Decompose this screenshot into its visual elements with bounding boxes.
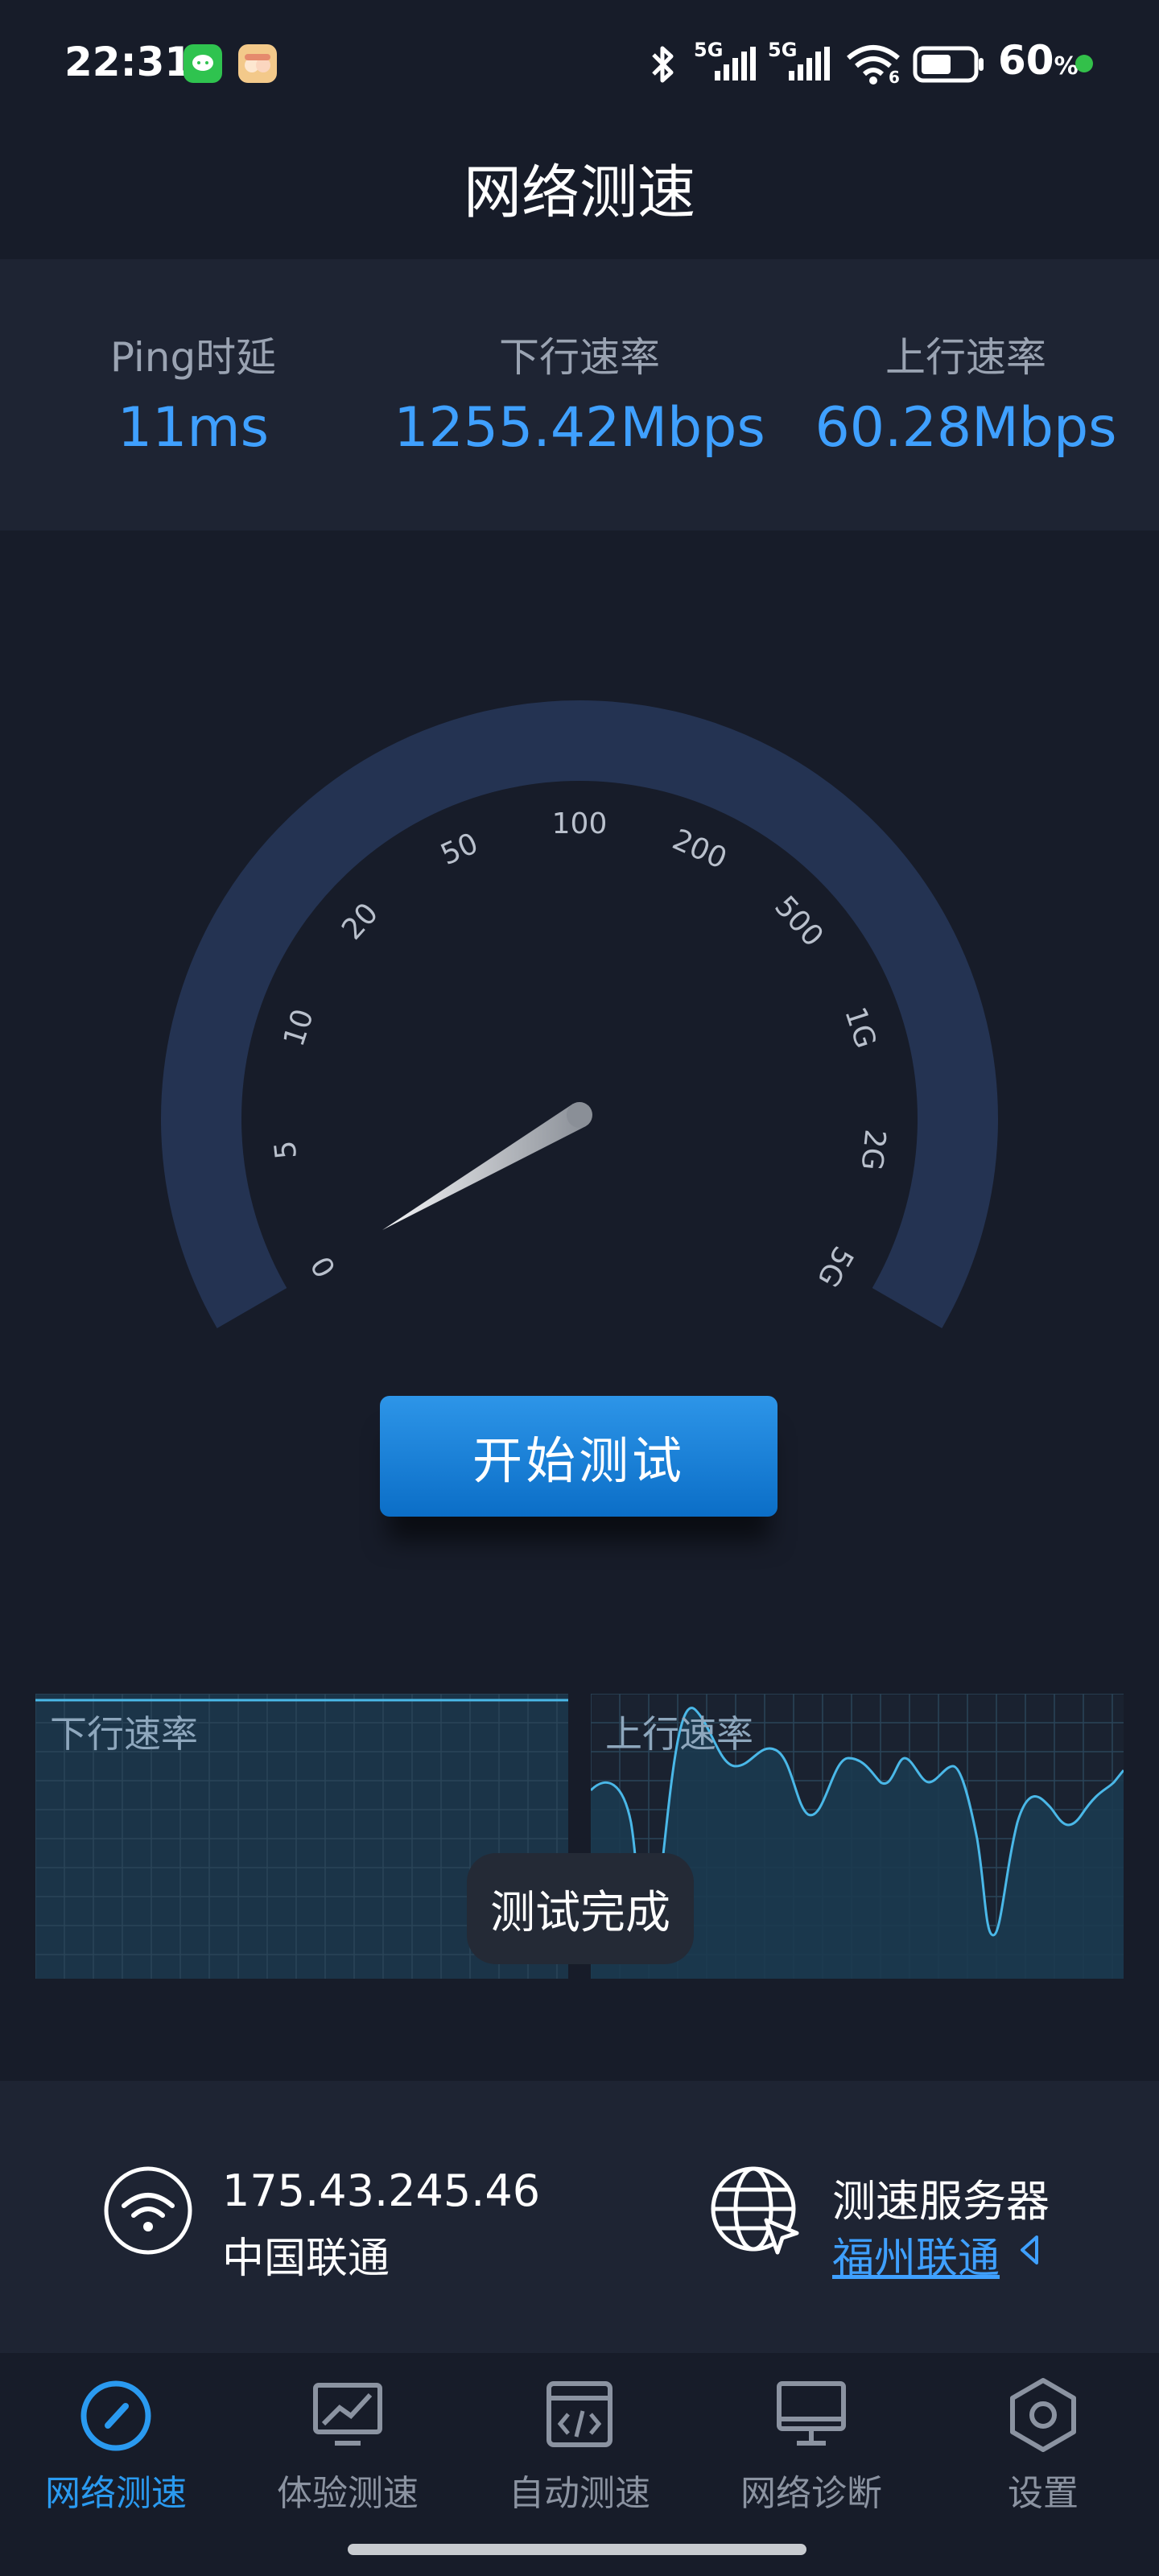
stat-value: 11ms	[117, 396, 270, 460]
download-stat: 下行速率 1255.42Mbps	[386, 325, 773, 460]
home-indicator[interactable]	[348, 2544, 806, 2555]
ip-address: 175.43.245.46	[222, 2165, 541, 2216]
bottom-tab-bar: 网络测速 体验测速 自动测速 网络诊断 设置	[0, 2353, 1159, 2576]
tab-network-diagnosis[interactable]: 网络诊断	[695, 2374, 927, 2516]
stat-label: 下行速率	[499, 334, 660, 381]
app-avatar-icon	[238, 44, 277, 83]
battery-icon	[913, 46, 984, 83]
tab-label: 设置	[1008, 2473, 1079, 2514]
settings-hexagon-icon	[1010, 2378, 1076, 2452]
upload-stat: 上行速率 60.28Mbps	[773, 325, 1159, 460]
wifi-6-label: 6	[889, 68, 900, 87]
speedometer-icon	[80, 2380, 151, 2451]
triangle-left-icon[interactable]	[1017, 2234, 1041, 2266]
speed-gauge: 0 5 10 20 50 100 200 5001G 2G 5G	[161, 700, 998, 1328]
gauge-scale-label: 0	[305, 1250, 343, 1282]
gauge-scale-label: 1G	[838, 1003, 882, 1052]
wechat-icon	[184, 44, 222, 83]
gauge-scale-label: 5	[269, 1139, 303, 1161]
privacy-dot	[1075, 55, 1093, 72]
gauge-scale-label: 2G	[854, 1128, 891, 1172]
stats-panel: Ping时延 11ms 下行速率 1255.42Mbps 上行速率 60.28M…	[0, 259, 1159, 530]
tab-experience-test[interactable]: 体验测速	[232, 2374, 464, 2516]
bluetooth-icon	[652, 46, 674, 83]
tab-auto-test[interactable]: 自动测速	[464, 2374, 695, 2516]
gauge-scale-label: 10	[278, 1005, 320, 1051]
code-window-icon	[547, 2381, 612, 2447]
globe-cursor-icon	[711, 2166, 799, 2255]
stat-label: 上行速率	[885, 334, 1046, 381]
isp-name: 中国联通	[222, 2235, 390, 2283]
server-title: 测速服务器	[832, 2176, 1050, 2227]
gauge-scale-label: 50	[436, 827, 484, 872]
gauge-scale-label: 100	[552, 807, 608, 840]
desktop-icon	[777, 2381, 846, 2446]
gauge-scale-label: 20	[336, 897, 385, 946]
wifi-circle-icon	[104, 2166, 192, 2255]
battery-percent: 60%	[998, 37, 1079, 84]
needle-hub	[567, 1102, 592, 1128]
tab-label: 网络诊断	[740, 2473, 882, 2514]
gauge-scale-label: 5G	[810, 1241, 860, 1293]
gauge-scale-labels: 0 5 10 20 50 100 200 5001G 2G 5G	[269, 807, 892, 1293]
server-name-link[interactable]: 福州联通	[832, 2224, 1000, 2285]
page-title: 网络测速	[463, 159, 695, 226]
start-test-button[interactable]: 开始测试	[380, 1396, 777, 1517]
tab-speed-test[interactable]: 网络测速	[0, 2374, 232, 2516]
tab-label: 体验测速	[277, 2473, 419, 2514]
status-time: 22:31	[64, 39, 193, 85]
network-info-panel: 175.43.245.46 中国联通 测速服务器 福州联通	[0, 2081, 1159, 2353]
gauge-scale-label: 200	[667, 823, 731, 875]
download-chart-label: 下行速率	[50, 1712, 198, 1756]
stat-value: 1255.42Mbps	[394, 396, 765, 460]
signal-icon	[715, 47, 756, 80]
tab-label: 自动测速	[509, 2473, 650, 2514]
status-bar: 22:31 5G 5G 6 60%	[0, 0, 1159, 121]
stat-label: Ping时延	[109, 334, 277, 381]
stat-value: 60.28Mbps	[815, 396, 1117, 460]
monitor-chart-icon	[313, 2383, 382, 2446]
tab-label: 网络测速	[45, 2473, 187, 2514]
upload-chart-label: 上行速率	[605, 1712, 753, 1756]
test-complete-toast: 测试完成	[467, 1853, 694, 1964]
gauge-scale-label: 500	[768, 890, 829, 954]
gauge-needle	[382, 1102, 592, 1230]
signal-icon	[789, 47, 830, 80]
ping-stat: Ping时延 11ms	[0, 325, 386, 460]
tab-settings[interactable]: 设置	[927, 2374, 1159, 2516]
